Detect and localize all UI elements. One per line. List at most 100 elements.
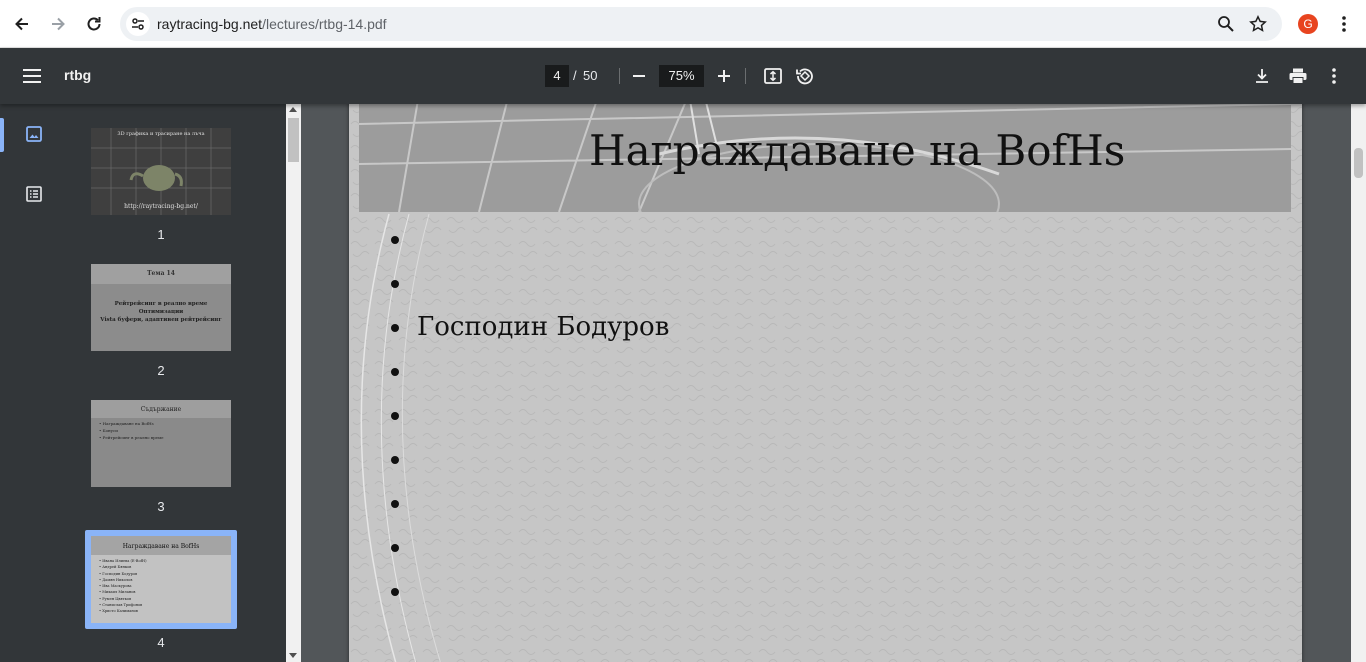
zoom-input[interactable]: 75%	[659, 65, 704, 87]
bullet-dot	[391, 588, 399, 596]
reload-icon	[87, 17, 101, 31]
pdf-page-4: Награждаване на BofHs Господин Бодуров	[349, 104, 1302, 662]
bullet-dot	[391, 280, 399, 288]
outline-list-icon	[26, 186, 42, 202]
thumbnail-1-image	[91, 128, 231, 215]
thumbnail-4-item-text: Станислав Трифонов	[102, 603, 143, 608]
sidebar-scrollbar[interactable]	[286, 104, 301, 662]
reload-button[interactable]	[78, 8, 110, 40]
pdf-viewer[interactable]: Награждаване на BofHs Господин Бодуров	[301, 104, 1366, 662]
print-button[interactable]	[1284, 62, 1312, 90]
thumbnail-page-2[interactable]: Тема 14 Рейтрейсинг в реално време Оптим…	[91, 264, 231, 351]
thumbnail-2-line: Оптимизации	[138, 309, 184, 315]
bullet-dot	[391, 368, 399, 376]
bullet-item: Господин Бодуров	[391, 306, 991, 350]
more-actions-button[interactable]	[1320, 62, 1348, 90]
sidebar-toggle-button[interactable]	[18, 62, 46, 90]
thumbnail-4-item-text: Дамян Николов	[102, 577, 133, 582]
bullet-dot	[391, 500, 399, 508]
toolbar-divider	[619, 68, 620, 84]
bullet-item	[391, 262, 991, 306]
back-button[interactable]	[6, 8, 38, 40]
thumbnail-label: 3	[157, 499, 165, 514]
thumbnail-4-item-text: Андрей Бянков	[102, 565, 132, 570]
thumbnail-4-item-text: Христо Калиманов	[102, 609, 138, 614]
site-settings-button[interactable]	[126, 12, 150, 36]
thumbnail-4-item-text: Господин Бодуров	[102, 571, 138, 576]
address-bar[interactable]: raytracing-bg.net/lectures/rtbg-14.pdf	[120, 7, 1282, 41]
scroll-down-arrow-icon[interactable]	[289, 653, 297, 658]
thumbnail-page-4[interactable]: Награждаване на BofHs • Ивана Илиева (E-…	[91, 536, 231, 623]
profile-avatar[interactable]: G	[1298, 14, 1318, 34]
rotate-button[interactable]	[791, 62, 819, 90]
thumbnail-4-item-text: Румен Цвятков	[102, 596, 132, 601]
thumbnail-2-header: Тема 14	[147, 270, 175, 277]
site-settings-icon	[132, 18, 144, 30]
zoom-in-button[interactable]	[710, 62, 738, 90]
bookmark-button[interactable]	[1248, 14, 1268, 34]
viewer-scrollbar-thumb[interactable]	[1354, 148, 1363, 178]
page-separator: /	[573, 68, 577, 83]
slide-title: Награждаване на BofHs	[589, 126, 1126, 175]
thumbnail-4-list: • Ивана Илиева (E-BofH) • Андрей Бянков …	[99, 558, 146, 615]
thumbnail-4-item-text: Ивана Илиева (E-BofH)	[102, 559, 147, 563]
thumbnail-sidebar: 3D графика и трасиране на лъча http://ra…	[0, 104, 301, 662]
image-icon	[26, 126, 42, 142]
url-domain: raytracing-bg.net	[157, 16, 263, 32]
thumbnail-label: 2	[157, 363, 165, 378]
zoom-out-button[interactable]	[625, 62, 653, 90]
forward-arrow-icon	[52, 17, 65, 31]
menu-icon	[23, 69, 41, 83]
tab-thumbnails[interactable]	[18, 118, 50, 150]
browser-toolbar: raytracing-bg.net/lectures/rtbg-14.pdf G	[0, 0, 1366, 48]
bullet-item	[391, 482, 991, 526]
fit-page-icon	[764, 68, 782, 84]
thumbnail-label: 4	[157, 635, 165, 650]
bullet-item	[391, 394, 991, 438]
bullet-dot	[391, 324, 399, 332]
tab-outline[interactable]	[18, 178, 50, 210]
bullet-item	[391, 218, 991, 262]
url-text[interactable]: raytracing-bg.net/lectures/rtbg-14.pdf	[157, 16, 387, 32]
bullet-item	[391, 526, 991, 570]
sidebar-scrollbar-thumb[interactable]	[288, 118, 299, 162]
thumbnail-3-header: Съдържание	[140, 406, 182, 413]
bullet-dot	[391, 412, 399, 420]
bullet-item	[391, 350, 991, 394]
page-total: 50	[583, 68, 598, 83]
viewer-scrollbar[interactable]	[1351, 104, 1366, 662]
bullet-text: Господин Бодуров	[417, 312, 670, 342]
sidebar-tabs	[0, 104, 68, 662]
forward-button[interactable]	[42, 8, 74, 40]
zoom-button[interactable]	[1216, 14, 1236, 34]
thumbnail-2-line: Vista буфери, адаптивен рейтрейсинг	[100, 317, 222, 323]
bullet-item	[391, 570, 991, 614]
download-button[interactable]	[1248, 62, 1276, 90]
page-number-input[interactable]: 4	[545, 65, 569, 87]
bullet-dot	[391, 544, 399, 552]
thumbnail-page-1[interactable]: 3D графика и трасиране на лъча http://ra…	[91, 128, 231, 215]
thumbnail-3-line: • Бонуси	[99, 428, 118, 433]
browser-menu-button[interactable]	[1334, 14, 1354, 34]
kebab-menu-icon	[1342, 16, 1346, 32]
thumbnail-1-footer: http://raytracing-bg.net/	[124, 203, 198, 210]
zoom-icon	[1218, 16, 1234, 32]
fit-page-button[interactable]	[759, 62, 787, 90]
thumbnail-4-header: Награждаване на BofHs	[122, 543, 200, 550]
bullet-dot	[391, 236, 399, 244]
thumbnail-page-3[interactable]: Съдържание • Награждаване на BofHs • Бон…	[91, 400, 231, 487]
download-icon	[1256, 69, 1268, 83]
thumbnail-4-item-text: Ива Маскурова	[102, 584, 132, 589]
thumbnail-1-header: 3D графика и трасиране на лъча	[117, 131, 205, 137]
print-icon	[1289, 68, 1307, 84]
thumbnail-3-line: • Рейтрейсинг в реално време	[99, 435, 164, 440]
thumbnail-4-item-text: Михаил Миланов	[102, 590, 136, 595]
toolbar-divider	[745, 68, 746, 84]
back-arrow-icon	[15, 17, 28, 31]
thumbnail-3-line: • Награждаване на BofHs	[99, 421, 154, 426]
url-path: /lectures/rtbg-14.pdf	[262, 16, 387, 32]
thumbnail-4-item: • Христо Калиманов	[99, 609, 138, 614]
rotate-icon	[796, 68, 813, 85]
thumbnail-3-line-text: Рейтрейсинг в реално време	[102, 435, 164, 440]
scroll-up-arrow-icon[interactable]	[289, 107, 297, 112]
